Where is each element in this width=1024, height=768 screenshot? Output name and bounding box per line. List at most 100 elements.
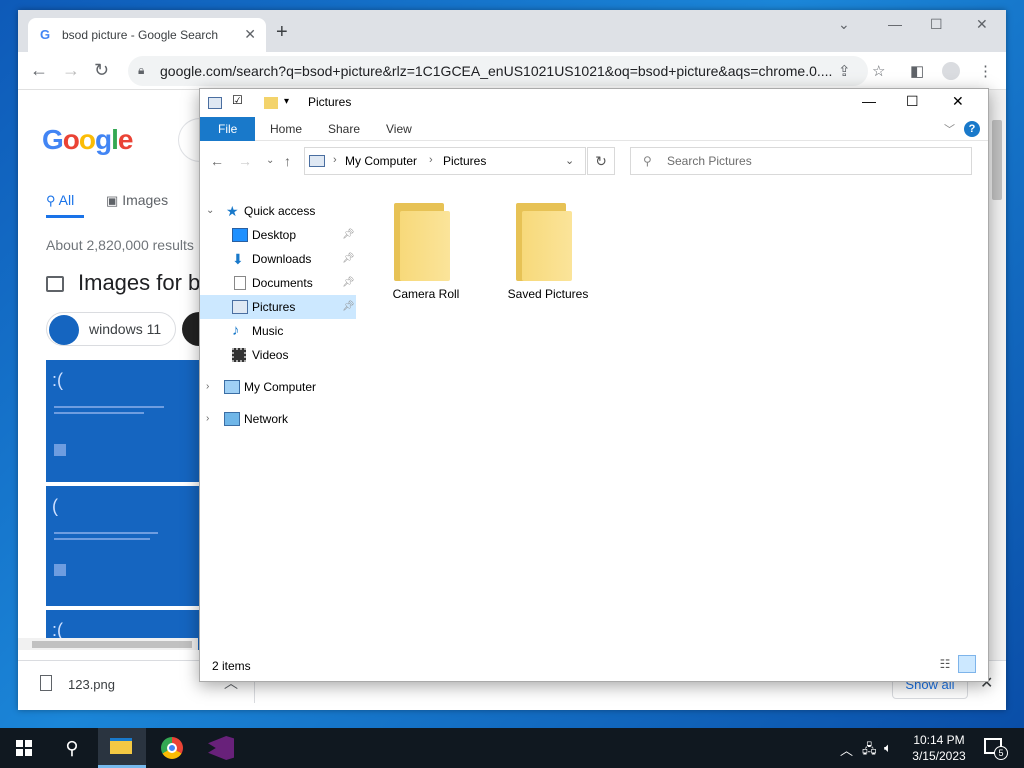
omnibox-url: google.com/search?q=bsod+picture&rlz=1C1…	[160, 63, 833, 79]
images-heading[interactable]: Images for b	[46, 270, 200, 296]
address-bar[interactable]: › My Computer › Pictures ⌄	[304, 147, 586, 175]
chevron-down-icon[interactable]: ⌄	[206, 199, 214, 223]
nav-network[interactable]: › Network	[200, 407, 356, 431]
forward-arrow-icon[interactable]: →	[62, 60, 80, 80]
text-line	[54, 538, 150, 540]
reload-icon[interactable]: ↻	[94, 60, 109, 80]
up-arrow-icon[interactable]: ↑	[284, 153, 291, 169]
chrome-tab-close-icon[interactable]: ✕	[244, 26, 256, 43]
taskbar-file-explorer[interactable]	[98, 728, 146, 768]
new-folder-icon[interactable]	[264, 97, 278, 109]
volume-icon[interactable]: 🔈︎	[884, 740, 892, 756]
folder-icon	[394, 199, 452, 281]
back-arrow-icon[interactable]: ←	[30, 60, 48, 80]
search-box[interactable]: ⚲	[630, 147, 972, 175]
quick-access-toolbar-dropdown-icon[interactable]: ▾	[284, 96, 298, 110]
breadcrumb-separator-icon[interactable]: ›	[429, 154, 433, 166]
google-favicon-icon: G	[40, 27, 51, 42]
new-tab-button[interactable]: +	[276, 22, 288, 42]
navigation-pane: ⌄ ★ Quick access Desktop 📌︎ ⬇ Downloads …	[200, 193, 360, 663]
nav-label: Desktop	[252, 228, 297, 242]
nav-label: Documents	[252, 276, 313, 290]
breadcrumb-my-computer[interactable]: My Computer	[345, 154, 417, 168]
search-input[interactable]	[667, 152, 957, 170]
chevron-right-icon[interactable]: ›	[206, 375, 209, 399]
explorer-minimize-button[interactable]: —	[862, 93, 876, 109]
film-icon	[232, 348, 246, 362]
help-icon[interactable]: ?	[964, 121, 980, 137]
explorer-maximize-button[interactable]: ☐	[906, 93, 919, 110]
omnibox[interactable]: 🔒︎ google.com/search?q=bsod+picture&rlz=…	[128, 56, 868, 86]
share-icon[interactable]: ⇪	[838, 62, 851, 80]
start-button[interactable]	[0, 728, 48, 768]
chrome-tab[interactable]: G bsod picture - Google Search ✕	[28, 18, 266, 52]
explorer-close-button[interactable]: ✕	[952, 93, 964, 110]
refresh-button[interactable]: ↻	[587, 147, 615, 175]
chrome-minimize-button[interactable]: —	[888, 16, 902, 32]
taskbar-chrome[interactable]	[148, 728, 196, 768]
scroll-thumb[interactable]	[992, 120, 1002, 200]
chevron-down-icon[interactable]: ⌄	[565, 154, 574, 167]
action-center-icon[interactable]: 5	[984, 738, 1008, 760]
chevron-right-icon[interactable]: ›	[206, 407, 209, 431]
profile-avatar-icon[interactable]	[942, 62, 960, 80]
chrome-menu-icon[interactable]: ⋮	[978, 62, 993, 80]
google-tab-all[interactable]: ⚲ All	[46, 192, 74, 209]
active-tab-indicator	[46, 215, 84, 218]
bsod-thumbnail[interactable]: :(	[46, 360, 200, 482]
clock[interactable]: 10:14 PM 3/15/2023	[904, 732, 974, 764]
folder-saved-pictures[interactable]: Saved Pictures	[498, 199, 598, 309]
recent-locations-icon[interactable]: ⌄	[266, 155, 274, 166]
side-panel-icon[interactable]: ◧	[910, 62, 924, 80]
google-tab-images[interactable]: ▣ Images	[106, 192, 168, 209]
ribbon-tab-home[interactable]: Home	[256, 117, 316, 141]
show-hidden-icons-chevron-icon[interactable]: ︿	[840, 740, 853, 759]
clock-time: 10:14 PM	[913, 733, 965, 747]
chrome-tab-title: bsod picture - Google Search	[62, 28, 219, 42]
nav-label: Pictures	[252, 300, 296, 314]
nav-item-videos[interactable]: Videos	[200, 343, 356, 367]
suggestion-chip[interactable]: windows 11	[46, 312, 176, 346]
folder-icon	[516, 199, 574, 281]
bookmark-star-icon[interactable]: ☆	[872, 62, 885, 80]
folder-camera-roll[interactable]: Camera Roll	[376, 199, 476, 309]
details-view-icon[interactable]: ☷	[936, 655, 954, 673]
google-logo[interactable]: Google	[42, 124, 133, 156]
pictures-icon	[309, 155, 325, 167]
chrome-maximize-button[interactable]: ☐	[930, 16, 943, 33]
forward-arrow-icon[interactable]: →	[238, 153, 252, 169]
nav-quick-access[interactable]: ⌄ ★ Quick access	[200, 199, 356, 223]
bsod-thumbnail[interactable]: (	[46, 486, 200, 606]
chrome-tab-search-icon[interactable]: ⌄	[838, 16, 850, 33]
horizontal-scrollbar[interactable]	[18, 638, 198, 650]
nav-item-documents[interactable]: Documents 📌︎	[200, 271, 356, 295]
scroll-thumb[interactable]	[32, 641, 192, 648]
taskbar-visual-studio[interactable]	[196, 728, 244, 768]
nav-item-pictures[interactable]: Pictures 📌︎	[200, 295, 356, 319]
download-file-name[interactable]: 123.png	[68, 677, 115, 692]
expand-ribbon-icon[interactable]: ﹀	[944, 121, 955, 137]
nav-item-downloads[interactable]: ⬇ Downloads 📌︎	[200, 247, 356, 271]
nav-item-music[interactable]: ♪ Music	[200, 319, 356, 343]
file-explorer-window: ☑ ▾ Pictures — ☐ ✕ File Home Share View …	[199, 88, 989, 682]
chrome-toolbar: ← → ↻ 🔒︎ google.com/search?q=bsod+pictur…	[18, 52, 1006, 90]
ribbon-tab-view[interactable]: View	[372, 117, 426, 141]
breadcrumb-separator-icon[interactable]: ›	[333, 154, 337, 166]
nav-item-desktop[interactable]: Desktop 📌︎	[200, 223, 356, 247]
vertical-scrollbar[interactable]	[988, 90, 1006, 660]
document-icon	[234, 276, 246, 290]
ribbon-tab-share[interactable]: Share	[314, 117, 374, 141]
windows-logo-icon	[16, 740, 32, 756]
pin-icon: 📌︎	[342, 301, 355, 312]
large-icons-view-icon[interactable]	[958, 655, 976, 673]
ribbon-tab-file[interactable]: File	[200, 117, 256, 141]
text-line	[54, 412, 144, 414]
chrome-close-button[interactable]: ✕	[976, 16, 988, 33]
network-tray-icon[interactable]: 🖧︎	[862, 740, 877, 762]
properties-icon[interactable]: ☑	[232, 93, 246, 107]
taskbar-search-button[interactable]: ⚲	[48, 728, 96, 768]
nav-my-computer[interactable]: › My Computer	[200, 375, 356, 399]
back-arrow-icon[interactable]: ←	[210, 153, 224, 169]
chip-label: windows 11	[89, 321, 162, 337]
breadcrumb-pictures[interactable]: Pictures	[443, 154, 486, 168]
